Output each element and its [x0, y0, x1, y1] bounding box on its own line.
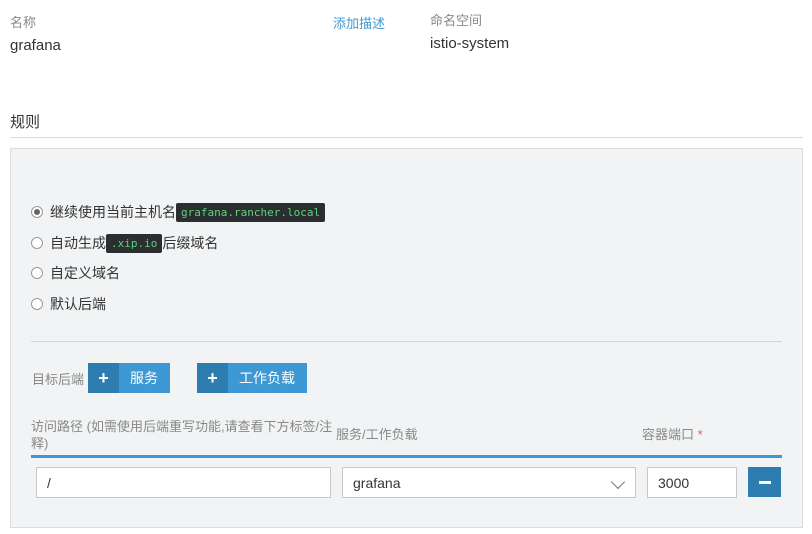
minus-icon	[758, 480, 771, 484]
target-backend-label: 目标后端	[32, 372, 85, 387]
panel-divider	[31, 341, 782, 342]
chevron-down-icon	[610, 474, 626, 490]
radio-button[interactable]	[31, 237, 43, 249]
radio-label-suffix: 后缀域名	[162, 235, 219, 251]
radio-label: 默认后端	[50, 296, 106, 312]
radio-button-checked[interactable]	[31, 206, 43, 218]
port-column-label: 容器端口	[642, 427, 695, 442]
hostname-code: grafana.rancher.local	[176, 202, 326, 222]
radio-label: 自定义域名	[50, 265, 120, 281]
add-service-button[interactable]: + 服务	[88, 363, 170, 393]
name-label: 名称	[10, 15, 37, 30]
remove-row-button[interactable]	[748, 467, 781, 497]
namespace-label: 命名空间	[430, 13, 483, 28]
radio-default-backend[interactable]: 默认后端	[31, 293, 106, 315]
plus-icon: +	[88, 363, 119, 393]
required-mark: *	[697, 427, 703, 442]
name-value: grafana	[10, 37, 61, 54]
service-select[interactable]: grafana	[342, 467, 636, 498]
port-input[interactable]: 3000	[647, 467, 737, 498]
rules-title: 规则	[10, 114, 41, 131]
column-header-underline	[31, 455, 782, 458]
add-workload-label: 工作负载	[239, 370, 295, 386]
rules-divider	[10, 137, 803, 138]
plus-icon: +	[197, 363, 228, 393]
radio-label: 自动生成	[50, 235, 106, 251]
radio-label: 继续使用当前主机名	[50, 204, 176, 220]
radio-button[interactable]	[31, 267, 43, 279]
xip-code: .xip.io	[106, 233, 163, 253]
add-service-label: 服务	[130, 370, 158, 386]
radio-custom-domain[interactable]: 自定义域名	[31, 262, 120, 284]
radio-keep-hostname[interactable]: 继续使用当前主机名 grafana.rancher.local	[31, 201, 326, 223]
service-select-value: grafana	[353, 474, 401, 491]
path-input[interactable]: /	[36, 467, 331, 498]
port-column-header: 容器端口 *	[642, 426, 703, 443]
add-workload-button[interactable]: + 工作负载	[197, 363, 307, 393]
service-column-header: 服务/工作负载	[336, 427, 418, 442]
namespace-value: istio-system	[430, 35, 510, 52]
radio-button[interactable]	[31, 298, 43, 310]
radio-auto-generate[interactable]: 自动生成 .xip.io 后缀域名	[31, 232, 218, 254]
path-column-header: 访问路径 (如需使用后端重写功能,请查看下方标签/注释)	[31, 419, 333, 451]
add-description-link[interactable]: 添加描述	[333, 13, 385, 32]
